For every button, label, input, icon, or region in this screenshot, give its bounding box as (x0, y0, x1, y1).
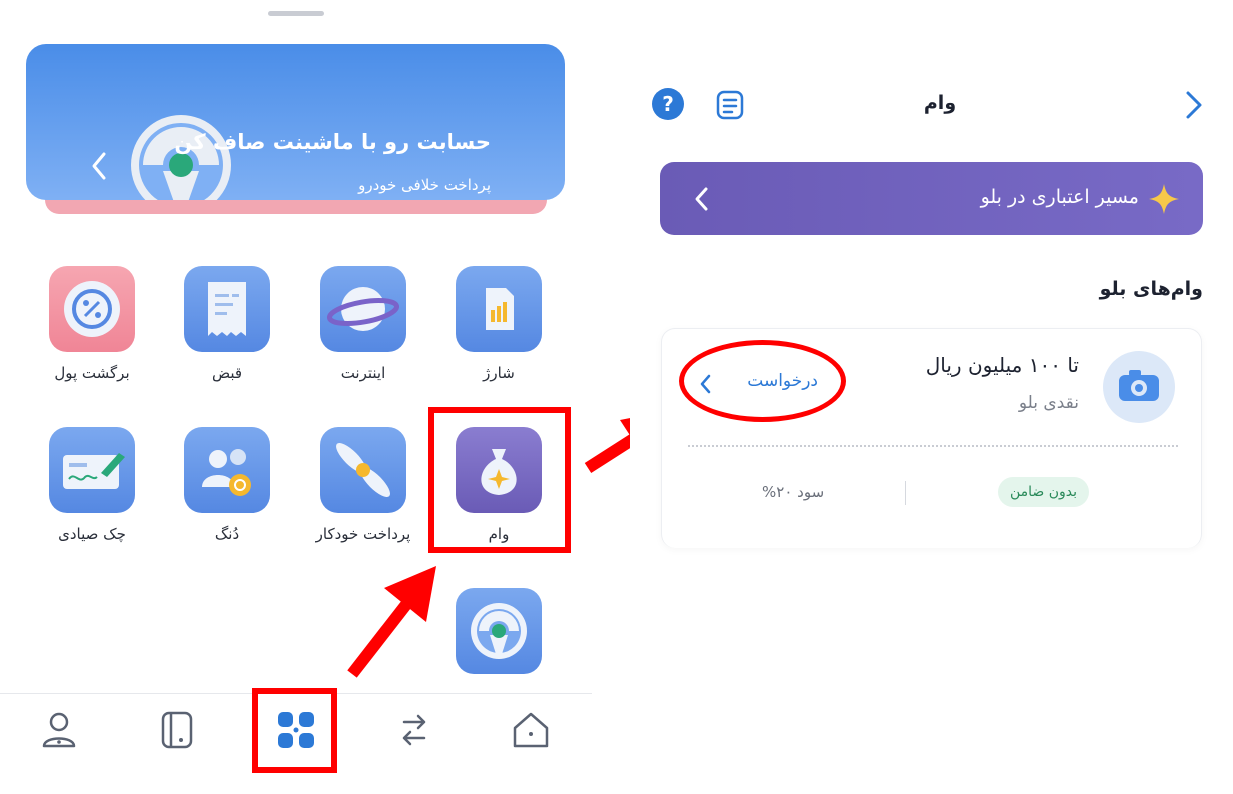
banner-subtitle: پرداخت خلافی خودرو (358, 176, 491, 194)
planet-icon (320, 266, 406, 352)
page-title: وام (923, 92, 957, 114)
propeller-icon (320, 427, 406, 513)
right-screen: وام ? مسیر اعتباری در بلو وام‌های بلو تا… (630, 0, 1233, 794)
service-autopay[interactable]: پرداخت خودکار (298, 427, 428, 543)
service-label: چک صیادی (58, 525, 126, 543)
service-label: پرداخت خودکار (315, 525, 411, 543)
group-split-icon (184, 427, 270, 513)
service-internet[interactable]: اینترنت (298, 266, 428, 382)
loan-title: تا ۱۰۰ میلیون ریال (925, 353, 1079, 377)
no-guarantor-badge: بدون ضامن (997, 477, 1089, 507)
interest-rate: سود ۲۰% (762, 483, 825, 501)
highlight-loan-box (428, 407, 571, 553)
banner-title: حسابت رو با ماشینت صاف کن (174, 130, 491, 154)
loan-subtitle: نقدی بلو (1018, 393, 1079, 413)
back-chevron-icon[interactable] (1182, 88, 1206, 122)
steering-wheel-icon (456, 588, 542, 674)
profile-icon[interactable] (39, 710, 79, 750)
credit-path-banner[interactable]: مسیر اعتباری در بلو (660, 162, 1203, 235)
card-icon[interactable] (157, 710, 197, 750)
drag-handle[interactable] (268, 11, 324, 16)
service-label: برگشت پول (54, 364, 130, 382)
left-screen: حسابت رو با ماشینت صاف کن پرداخت خلافی خ… (0, 0, 672, 794)
service-label: شارژ (483, 364, 515, 382)
service-charge[interactable]: شارژ (434, 266, 564, 382)
service-label: دُنگ (214, 525, 240, 543)
highlight-request-ellipse (679, 340, 846, 422)
steering-wheel-icon (131, 115, 231, 200)
divider (905, 481, 906, 505)
chevron-left-icon (695, 187, 708, 211)
service-label: قبض (211, 364, 243, 382)
camera-icon (1103, 351, 1175, 423)
sim-card-icon (456, 266, 542, 352)
document-icon[interactable] (714, 88, 746, 122)
service-dong[interactable]: دُنگ (162, 427, 292, 543)
sparkle-icon (1149, 184, 1179, 214)
red-arrow-up-icon (347, 566, 436, 678)
service-bill[interactable]: قبض (162, 266, 292, 382)
home-icon[interactable] (511, 710, 551, 750)
service-cashback[interactable]: برگشت پول (27, 266, 157, 382)
help-icon[interactable]: ? (652, 88, 684, 120)
section-title: وام‌های بلو (1099, 278, 1203, 300)
chevron-left-icon[interactable] (88, 144, 112, 188)
cashback-icon (49, 266, 135, 352)
service-sayad-cheque[interactable]: چک صیادی (27, 427, 157, 543)
cheque-icon (49, 427, 135, 513)
divider (688, 445, 1178, 447)
receipt-icon (184, 266, 270, 352)
transfer-icon[interactable] (394, 710, 434, 750)
credit-banner-text: مسیر اعتباری در بلو (980, 186, 1139, 208)
highlight-services-tab (252, 688, 337, 773)
service-label: اینترنت (340, 364, 386, 382)
promo-banner[interactable]: حسابت رو با ماشینت صاف کن پرداخت خلافی خ… (26, 44, 565, 200)
